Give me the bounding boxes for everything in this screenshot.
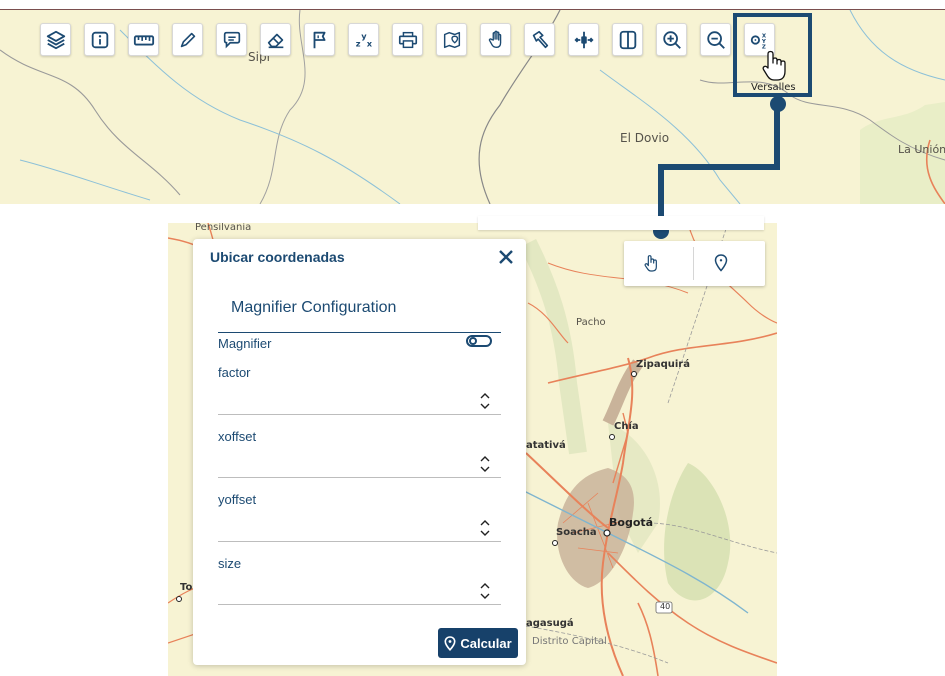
close-button[interactable]	[496, 247, 516, 267]
map-label-pensilvania: Pensilvania	[195, 223, 252, 233]
map-pin-icon	[444, 635, 456, 651]
yoffset-input[interactable]	[218, 515, 501, 542]
size-label: size	[218, 556, 242, 571]
locate-coordinates-panel: Ubicar coordenadas Magnifier Configurati…	[193, 239, 526, 665]
layers-button[interactable]	[40, 23, 71, 56]
measure-button[interactable]	[128, 23, 159, 56]
flag-icon	[313, 31, 325, 48]
factor-input[interactable]	[218, 388, 501, 415]
screenshot: Sipí El Dovio La Unión zyx X Y Z Versall…	[0, 0, 945, 676]
layers-icon	[46, 30, 65, 49]
map-marker-button[interactable]	[436, 23, 467, 56]
map-tools-bar	[624, 241, 765, 286]
map-label-distrito-capital: Distrito Capital	[532, 636, 607, 647]
swipe-button[interactable]	[568, 23, 599, 56]
calculate-button[interactable]: Calcular	[438, 628, 518, 658]
highlight-caption: Versalles	[751, 82, 796, 93]
pencil-icon	[180, 32, 195, 47]
map-pin-icon	[714, 254, 728, 272]
split-view-icon	[619, 30, 636, 49]
yoffset-label: yoffset	[218, 492, 257, 507]
map-label-el-dovio: El Dovio	[620, 131, 670, 145]
magnifier-toggle[interactable]	[466, 335, 492, 347]
map-label-zipaquira: Zipaquirá	[636, 359, 690, 370]
pan-hand-icon	[488, 30, 501, 48]
map-label-bogota: Bogotá	[609, 516, 654, 529]
map-label-soacha: Soacha	[556, 527, 597, 538]
map-label-to: To	[180, 582, 193, 593]
magnifier-toggle-knob	[469, 337, 477, 345]
hammer-button[interactable]	[524, 23, 555, 56]
info-button[interactable]	[84, 23, 115, 56]
comment-button[interactable]	[216, 23, 247, 56]
map-tool-strip	[478, 216, 764, 230]
config-title: Magnifier Configuration	[231, 299, 397, 316]
yoffset-spinner-icon[interactable]	[479, 517, 491, 539]
map-label-la-union: La Unión	[898, 143, 945, 156]
svg-text:z: z	[355, 38, 360, 48]
hammer-icon	[532, 30, 548, 48]
route-shield-40: 40	[660, 602, 671, 611]
svg-text:x: x	[366, 38, 372, 48]
xoffset-label: xoffset	[218, 429, 257, 444]
xoffset-spinner-icon[interactable]	[479, 453, 491, 475]
zoom-in-icon	[662, 30, 681, 49]
print-button[interactable]	[392, 23, 423, 56]
map-label-chia: Chía	[614, 421, 639, 432]
zoom-out-icon	[706, 30, 725, 49]
xoffset-input[interactable]	[218, 451, 501, 478]
map-label-pacho: Pacho	[576, 317, 606, 328]
draw-button[interactable]	[172, 23, 203, 56]
magnifier-label: Magnifier	[218, 336, 272, 351]
eraser-icon	[267, 33, 283, 48]
panel-title: Ubicar coordenadas	[210, 249, 345, 265]
close-icon	[499, 250, 513, 264]
ruler-icon	[133, 34, 154, 45]
connector-horizontal	[658, 164, 780, 170]
info-icon	[91, 31, 108, 48]
split-view-button[interactable]	[612, 23, 643, 56]
size-spinner-icon[interactable]	[479, 580, 491, 602]
xyz-button[interactable]: zyx	[348, 23, 379, 56]
zoom-in-button[interactable]	[656, 23, 687, 56]
config-underline	[218, 332, 501, 333]
factor-spinner-icon[interactable]	[479, 390, 491, 412]
comment-icon	[223, 31, 240, 48]
print-icon	[398, 31, 417, 48]
map-pin-icon	[443, 31, 460, 48]
zoom-out-button[interactable]	[700, 23, 731, 56]
factor-label: factor	[218, 365, 251, 380]
xyz-coordinates-icon: zyx	[355, 31, 372, 48]
pan-hand-icon	[644, 255, 657, 272]
map-pan-button[interactable]	[639, 251, 663, 275]
flag-button[interactable]	[304, 23, 335, 56]
hand-cursor-icon	[762, 50, 786, 81]
size-input[interactable]	[218, 578, 501, 605]
map-label-facatativa: atativá	[526, 440, 566, 451]
calculate-button-label: Calcular	[460, 635, 512, 651]
erase-button[interactable]	[260, 23, 291, 56]
pan-button[interactable]	[480, 23, 511, 56]
connector-vertical-1	[774, 102, 780, 170]
map-pin-button[interactable]	[709, 251, 733, 275]
map-label-fusagasuga: agasugá	[526, 618, 574, 629]
map-tools-divider	[693, 247, 694, 280]
swipe-icon	[573, 31, 594, 48]
